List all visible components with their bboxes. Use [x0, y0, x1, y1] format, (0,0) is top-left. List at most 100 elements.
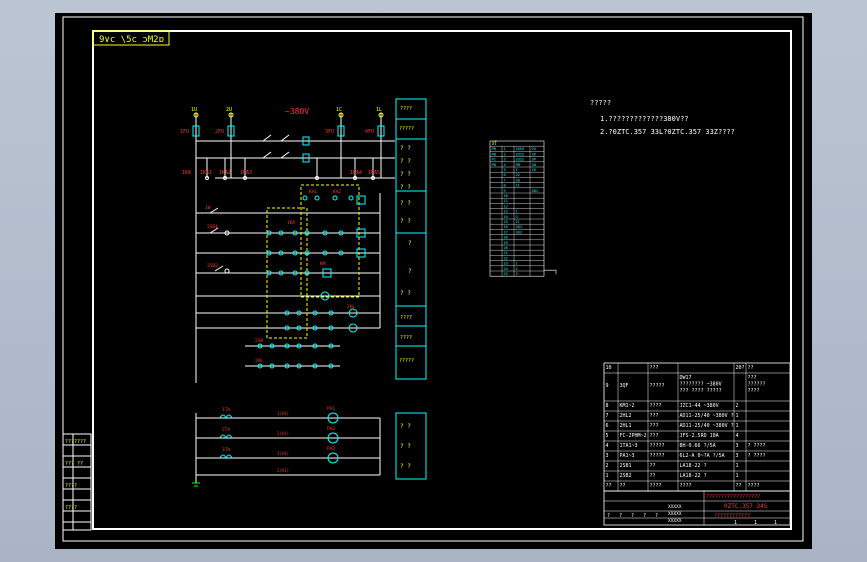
terminal-table-cell: 201	[516, 225, 523, 229]
terminal-table-cell: SB1	[532, 189, 539, 193]
terminal-table-cell: PB	[492, 152, 496, 156]
meter-3: PA3	[327, 446, 335, 452]
title-block-scale: 1	[754, 520, 757, 526]
notes-title: ?????	[590, 99, 611, 107]
relay-1ka3: 1KA3	[240, 170, 252, 176]
legend-6: ? ?	[400, 200, 411, 207]
terminal-table-cell: 22	[516, 173, 520, 177]
notes-line1: 1.?????????????380V??	[600, 115, 689, 123]
title-block-col: ?	[643, 513, 646, 519]
relay-1ka4: 1KA4	[350, 170, 362, 176]
terminal-table-cell: 20	[516, 178, 520, 182]
bom-cell: ? ????	[748, 443, 766, 449]
terminal-table-cell: 3	[516, 215, 518, 219]
notes-line2: 2.?0ZTC.357 33L?0ZTC.357 33Z????	[600, 128, 735, 136]
terminal-1u: 1U	[191, 107, 197, 113]
meter-1: PA1	[327, 406, 335, 412]
bom-cell: ????	[680, 483, 692, 489]
schematic-svg: 9∨c \5c ɔM2ɒ ??????? ??? ?? ???? ???? ~3…	[62, 16, 804, 542]
terminal-table-cell: 2U12	[516, 152, 525, 156]
legend-9: ?	[408, 268, 412, 275]
bom-cell: ??	[606, 483, 612, 489]
terminal-table-cell: 7	[504, 178, 506, 182]
terminal-table-cell: PN	[492, 147, 496, 151]
legend-16: ? ?	[400, 463, 411, 470]
bom-cell: 8	[606, 403, 609, 409]
bom-cell: LA18-22 ?	[680, 473, 707, 479]
bom-cell: 3	[736, 443, 739, 449]
legend-5: ? ?	[400, 184, 411, 191]
legend-2: ? ?	[400, 145, 411, 152]
legend-8: ?	[408, 240, 412, 247]
bom-cell: JFS-2.5RD 10A	[680, 433, 719, 439]
ctrl-label-4: 1KA	[287, 220, 295, 226]
ctrl-label-10: 2HL	[255, 358, 263, 364]
terminal-table-cell: 14	[504, 215, 508, 219]
terminal-table-cell: 15	[504, 220, 508, 224]
bom-cell: ?????	[650, 453, 665, 459]
left-tab-5: ????	[65, 483, 77, 489]
legend-11: ????	[400, 315, 412, 321]
terminal-table-cell: 19	[504, 241, 508, 245]
terminal-table-cell: PN	[492, 163, 496, 167]
bom-cell: 9	[606, 383, 609, 389]
title-block-scale: 1	[774, 520, 777, 526]
terminal-table-cell: 2U	[532, 147, 536, 151]
terminal-table-cell: 10FU	[516, 147, 525, 151]
terminal-table-cell: 10	[532, 168, 536, 172]
bom-cell: 5	[606, 433, 609, 439]
terminal-table-cell: 1	[504, 147, 506, 151]
bom-cell: 4	[606, 443, 609, 449]
bom-cell: ???	[650, 433, 659, 439]
legend-15: ? ?	[400, 443, 411, 450]
terminal-table-cell: 2	[516, 267, 518, 271]
bom-cell: 7	[606, 413, 609, 419]
title-block-a: ??????????????????	[706, 494, 760, 500]
bom-cell: ????	[650, 483, 662, 489]
bom-cell: ??	[650, 463, 656, 469]
bom-cell: 2SB2	[620, 473, 632, 479]
terminal-table-cell: 18	[504, 236, 508, 240]
ctrl-label-2: 2SB1	[207, 224, 218, 230]
bom-cell: JZC1-44 ~380V	[680, 403, 719, 409]
terminal-1l: 1L	[376, 107, 382, 113]
bom-cell: 1	[736, 463, 739, 469]
ctrl-label-8: 2HL	[347, 304, 355, 310]
bom-cell: ???	[748, 375, 757, 381]
terminal-table-cell: 5	[504, 168, 506, 172]
bom-cell: 1	[606, 473, 609, 479]
terminal-table-cell: 202	[516, 230, 523, 234]
bom-cell: AD11-25/40 ~380V ?	[680, 423, 734, 429]
bom-cell: 3QF	[620, 383, 629, 389]
title-tab-text: 9∨c \5c ɔM2ɒ	[99, 35, 164, 45]
terminal-table-cell: 16	[504, 225, 508, 229]
terminal-table-cell: PC	[492, 158, 496, 162]
left-tab-3: ??? ??	[65, 461, 83, 467]
bom-cell: 2SB1	[620, 463, 632, 469]
legend-column: ???? ????? ? ? ? ? ? ? ? ? ? ? ? ? ? ? ?…	[395, 98, 427, 480]
relay-1ka: 1KA	[182, 170, 191, 176]
terminal-table-cell: 2	[504, 152, 506, 156]
terminal-table-cell: 10	[504, 194, 508, 198]
terminal-table-cell: 23	[504, 262, 508, 266]
ctrl-label-7: KM	[320, 261, 326, 267]
terminal-table-cell: 21	[516, 220, 520, 224]
net-3: 3(A1)	[277, 451, 289, 456]
bom-cell: 3	[606, 453, 609, 459]
bom-cell: 1	[736, 413, 739, 419]
legend-10: ? ?	[400, 290, 411, 297]
relay-1ka2: 1KA2	[219, 170, 231, 176]
bom-cell: ??? ???? ?????	[680, 388, 722, 394]
ctrl-label-6: KA2	[333, 189, 341, 195]
title-block-dwg: 0ZTC.357 34S	[724, 503, 768, 510]
legend-12: ????	[400, 335, 412, 341]
bom-cell: ??	[748, 365, 754, 371]
bom-cell: 6	[606, 423, 609, 429]
legend-1: ?????	[399, 126, 414, 132]
ctrl-label-5: KA1	[309, 189, 317, 195]
bom-cell: ?????	[650, 443, 665, 449]
terminal-table-cell: 4	[504, 163, 506, 167]
bom-cell: ???????? ~380V	[680, 382, 722, 388]
legend-14: ? ?	[400, 423, 411, 430]
bom-table: 10??? 20? ??9 3QF ?????DW17???????? ~380V???…	[603, 362, 791, 526]
